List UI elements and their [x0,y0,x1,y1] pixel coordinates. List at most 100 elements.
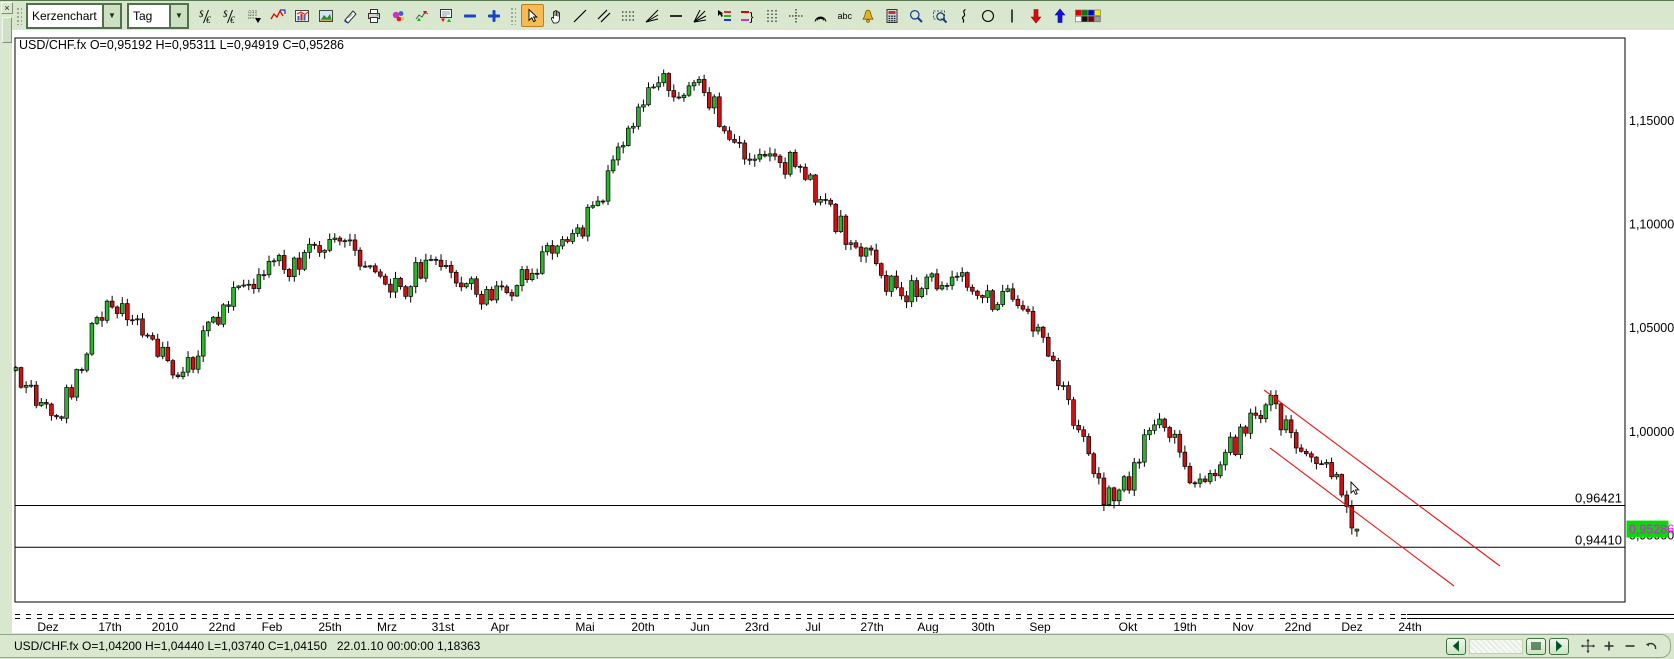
zoom-in-small-button[interactable] [1600,637,1618,655]
chart-panel[interactable]: 1,150001,100001,050001,000000,95000Dez17… [12,30,1674,633]
toolbar-grip[interactable] [509,6,516,25]
pan-hand-button[interactable] [545,4,568,27]
alert-bell-button[interactable] [857,4,880,27]
currency-converter-icon: $€ [198,8,214,24]
ellipse-icon [980,8,996,24]
toolbar-drag-handle[interactable] [2,17,12,43]
currency-rates-button[interactable]: $€ [219,4,242,27]
x-tick-label: Mrz [377,620,397,633]
scroll-right-button[interactable] [1549,638,1569,655]
candlestick-chart[interactable]: 1,150001,100001,050001,000000,95000Dez17… [12,30,1674,633]
print-button[interactable] [363,4,386,27]
calculator-button[interactable] [881,4,904,27]
horizontal-line-icon [668,8,684,24]
toolbar-grip[interactable] [15,6,22,25]
signals-chart-button[interactable] [411,4,434,27]
horizontal-grid-button[interactable] [617,4,640,27]
scroll-left-button[interactable] [1446,638,1466,655]
arrow-down-marker-button[interactable] [1025,4,1048,27]
svg-text:}: } [750,9,754,23]
scroll-thumb-button[interactable] [1526,638,1546,655]
svg-text:0,95286: 0,95286 [1629,523,1674,537]
notebook-button[interactable] [339,4,362,27]
grid-filter-button[interactable] [243,4,266,27]
crosshair-icon [788,8,804,24]
horizontal-grid-icon [620,8,636,24]
x-tick-label: Sep [1029,620,1051,633]
watchlist-button[interactable] [435,4,458,27]
trend-channel[interactable] [1264,390,1500,586]
level-lines[interactable]: 0,964210,94410 [15,491,1625,548]
horizontal-line-button[interactable] [665,4,688,27]
fibonacci-extension-button[interactable]: } [737,4,760,27]
chart-title: USD/CHF.fx O=0,95192 H=0,95311 L=0,94919… [19,38,344,52]
chart-snapshot-button[interactable] [315,4,338,27]
chevron-down-icon[interactable]: ▼ [169,5,187,27]
toolbar: Kerzenchart ▼ Tag ▼ $€ $€ } abc [12,1,1674,31]
chevron-down-icon[interactable]: ▼ [102,5,120,27]
indicator-wave-button[interactable] [267,4,290,27]
scroll-track[interactable] [1469,639,1523,654]
close-toolbar-button[interactable]: × [1,2,13,14]
chart-scroll-controls [1446,637,1660,655]
fibonacci-arcs-icon [812,8,828,24]
color-palette-icon [1075,8,1101,24]
pointer-button[interactable] [521,4,544,27]
svg-text:abc: abc [838,11,853,21]
fibonacci-levels-icon [716,8,732,24]
design-colors-button[interactable] [387,4,410,27]
parallel-lines-button[interactable] [593,4,616,27]
fibonacci-extension-icon: } [740,8,756,24]
scroll-right-icon [1551,638,1567,654]
zoom-in-plus-button[interactable] [483,4,506,27]
trend-channel-line[interactable] [1270,448,1454,586]
zoom-out-minus-button[interactable] [459,4,482,27]
x-tick-label: 30th [971,620,994,633]
text-label-button[interactable]: abc [833,4,856,27]
color-palette-button[interactable] [1073,4,1103,27]
level-label: 0,96421 [1575,491,1622,506]
x-tick-label: 22nd [209,620,236,633]
x-tick-label: Apr [491,620,510,633]
wave-tool-icon [956,8,972,24]
arrow-up-marker-button[interactable] [1049,4,1072,27]
notebook-icon [342,8,358,24]
gann-fan-icon [692,8,708,24]
ellipse-button[interactable] [977,4,1000,27]
zoom-in-button[interactable] [905,4,928,27]
pan-button[interactable] [1579,637,1597,655]
x-tick-label: 24th [1398,620,1421,633]
alert-bell-icon [860,8,876,24]
calculator-icon [884,8,900,24]
svg-text:€: € [230,15,235,24]
chart-window-button[interactable] [291,4,314,27]
fibonacci-levels-button[interactable] [713,4,736,27]
gann-fan-button[interactable] [689,4,712,27]
watchlist-icon [438,8,454,24]
zoom-area-icon [932,8,948,24]
svg-text:€: € [206,15,211,24]
zoom-in-icon [908,8,924,24]
trend-line-button[interactable] [569,4,592,27]
zoom-in-small-icon [1601,638,1617,654]
zoom-out-small-button[interactable] [1621,637,1639,655]
parallel-lines-icon [596,8,612,24]
zoom-area-button[interactable] [929,4,952,27]
period-dropdown[interactable]: Tag ▼ [127,3,189,29]
trend-channel-line[interactable] [1264,390,1500,566]
fibonacci-arcs-button[interactable] [809,4,832,27]
vertical-grid-button[interactable] [761,4,784,27]
undo-button[interactable] [1642,637,1660,655]
currency-rates-icon: $€ [222,8,238,24]
wave-tool-button[interactable] [953,4,976,27]
fan-lines-button[interactable] [641,4,664,27]
currency-converter-button[interactable]: $€ [195,4,218,27]
crosshair-button[interactable] [785,4,808,27]
x-tick-label: Dez [37,620,58,633]
x-tick-label: Jul [805,620,820,633]
x-tick-label: 22nd [1285,620,1312,633]
vertical-line-button[interactable] [1001,4,1024,27]
signals-chart-icon [414,8,430,24]
chart-type-dropdown[interactable]: Kerzenchart ▼ [26,3,122,29]
candles [14,70,1359,537]
